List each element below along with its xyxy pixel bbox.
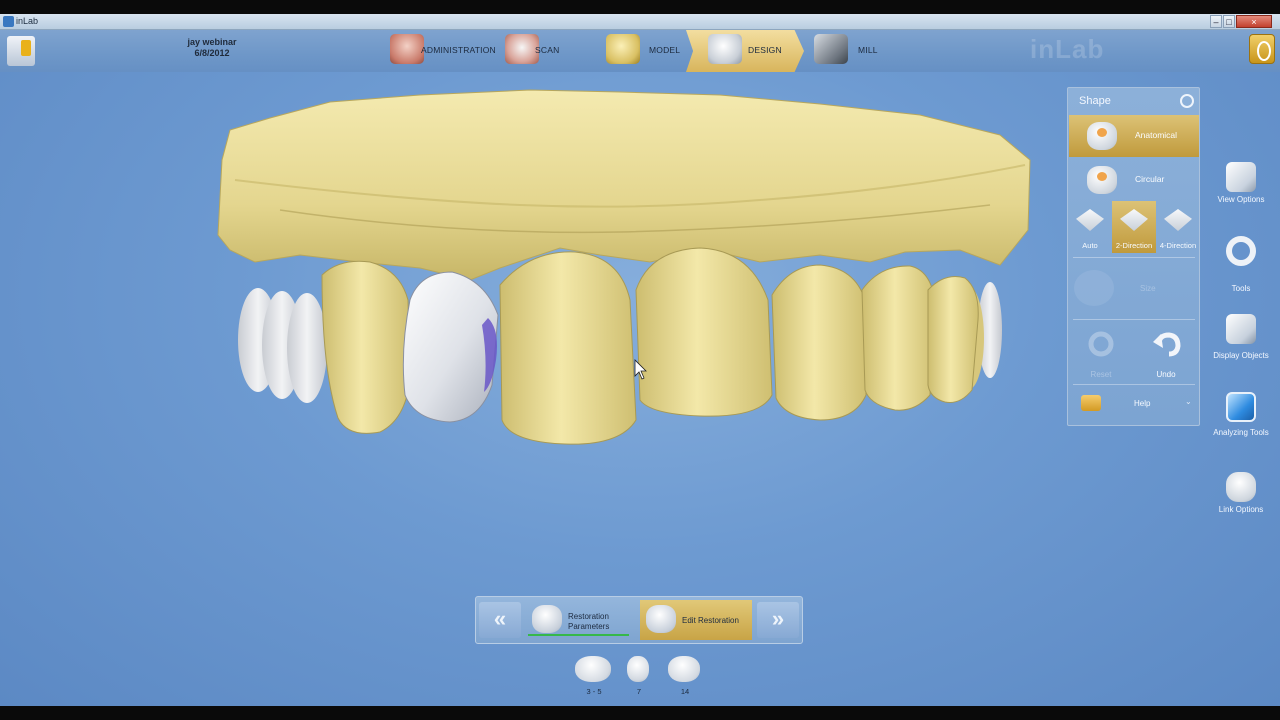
case-name: jay webinar — [187, 37, 237, 47]
anatomical-label: Anatomical — [1135, 130, 1178, 140]
link-options-icon — [1226, 472, 1256, 502]
reset-icon — [1088, 331, 1114, 357]
help-icon — [1081, 395, 1101, 411]
four-direction-label: 4-Direction — [1159, 241, 1197, 250]
tooth-group-icon — [575, 656, 611, 682]
close-button[interactable]: × — [1236, 15, 1272, 28]
help-label: Help — [1134, 399, 1151, 408]
next-phase-button[interactable]: » — [757, 602, 799, 638]
restoration-parameters-label-line2: Parameters — [568, 622, 610, 631]
model-icon — [606, 34, 640, 64]
app-icon — [3, 16, 14, 27]
tools-icon — [1226, 236, 1256, 266]
step-administration[interactable]: ADMINISTRATION — [388, 30, 498, 72]
anatomical-icon — [1087, 122, 1117, 150]
two-direction-label: 2-Direction — [1115, 241, 1153, 250]
two-direction-button[interactable]: 2-Direction — [1112, 201, 1156, 253]
circular-label: Circular — [1135, 174, 1165, 184]
auto-button[interactable]: Auto — [1068, 201, 1112, 253]
step-model[interactable]: MODEL — [604, 30, 684, 72]
edit-restoration-icon — [646, 605, 676, 633]
tooth-selector-label: 14 — [680, 687, 690, 696]
auto-icon — [1076, 209, 1104, 231]
size-label: Size — [1140, 284, 1156, 293]
restoration-parameters-icon — [532, 605, 562, 633]
scan-icon — [505, 34, 539, 64]
minimize-button[interactable]: – — [1210, 15, 1222, 28]
step-mill[interactable]: MILL — [812, 30, 892, 72]
case-date: 6/8/2012 — [194, 48, 230, 58]
case-menu-icon[interactable] — [7, 36, 35, 66]
view-options-label: View Options — [1217, 195, 1265, 204]
design-phase-bar: « Restoration Parameters Edit Restoratio… — [475, 596, 803, 644]
mill-icon — [814, 34, 848, 64]
link-options-label: Link Options — [1218, 505, 1264, 514]
auto-label: Auto — [1082, 241, 1098, 250]
size-button[interactable]: Size — [1068, 262, 1198, 312]
tools-label: Tools — [1231, 284, 1251, 293]
tooth-selector-item[interactable]: 14 — [668, 654, 702, 700]
phase-edit-restoration[interactable]: Edit Restoration — [640, 600, 752, 640]
tooth-icon — [668, 656, 700, 682]
panel-divider — [1073, 319, 1195, 320]
inlab-application: inLab – □ × jay webinar 6/8/2012 ADMINIS… — [0, 0, 1280, 720]
previous-phase-button[interactable]: « — [479, 602, 521, 638]
tooth-selector-label: 3 - 5 — [586, 687, 602, 696]
circular-icon — [1087, 166, 1117, 194]
brand-watermark: inLab — [1030, 34, 1105, 64]
window-titlebar: inLab – □ × — [0, 14, 1280, 30]
tooth-selector-item[interactable]: 3 - 5 — [575, 654, 613, 700]
step-mill-label: MILL — [858, 45, 878, 55]
panel-reset-icon[interactable] — [1180, 94, 1194, 108]
analyzing-tools-label: Analyzing Tools — [1213, 428, 1269, 437]
step-design[interactable]: DESIGN — [686, 30, 804, 72]
reset-button[interactable]: Reset — [1071, 324, 1131, 382]
step-scan[interactable]: SCAN — [505, 30, 575, 72]
tooth-icon — [627, 656, 649, 682]
maximize-button[interactable]: □ — [1223, 15, 1235, 28]
window-title: inLab — [16, 16, 39, 26]
reset-label: Reset — [1090, 370, 1112, 379]
undo-icon — [1153, 332, 1181, 357]
display-objects-icon — [1226, 314, 1256, 344]
edit-restoration-label: Edit Restoration — [682, 616, 739, 625]
step-administration-label: ADMINISTRATION — [421, 45, 496, 55]
design-icon — [708, 34, 742, 64]
panel-divider — [1073, 384, 1195, 385]
shape-circular-option[interactable]: Circular — [1069, 159, 1199, 201]
restoration-parameters-label-line1: Restoration — [568, 612, 609, 621]
posterior-teeth-left — [238, 288, 327, 403]
display-objects-label: Display Objects — [1213, 351, 1269, 360]
top-black-strip — [0, 0, 1280, 14]
size-icon — [1074, 270, 1114, 306]
two-direction-icon — [1120, 209, 1148, 231]
tooth-selector-label: 7 — [636, 687, 642, 696]
undo-label: Undo — [1156, 370, 1176, 379]
help-logo-icon[interactable] — [1249, 34, 1275, 64]
four-direction-button[interactable]: 4-Direction — [1156, 201, 1200, 253]
step-scan-label: SCAN — [535, 45, 560, 55]
view-options-icon — [1226, 162, 1256, 192]
panel-divider — [1073, 257, 1195, 258]
bottom-black-strip — [0, 706, 1280, 720]
phase-progress-indicator — [528, 634, 629, 636]
four-direction-icon — [1164, 209, 1192, 231]
tooth-selector-item[interactable]: 7 — [627, 654, 651, 700]
analyzing-tools-icon — [1226, 392, 1256, 422]
shape-anatomical-option[interactable]: Anatomical — [1069, 115, 1199, 157]
step-design-label: DESIGN — [748, 45, 782, 55]
undo-button[interactable]: Undo — [1136, 324, 1196, 382]
administration-icon — [390, 34, 424, 64]
chevron-down-icon: ⌄ — [1185, 397, 1192, 406]
designed-crown-restoration[interactable] — [402, 271, 499, 423]
shape-panel: Shape Anatomical Circular Auto 2-Directi… — [1067, 87, 1200, 426]
main-toolbar: jay webinar 6/8/2012 ADMINISTRATION SCAN… — [0, 30, 1280, 72]
help-row[interactable]: Help ⌄ — [1069, 388, 1199, 420]
panel-title: Shape — [1079, 95, 1111, 107]
step-model-label: MODEL — [649, 45, 681, 55]
